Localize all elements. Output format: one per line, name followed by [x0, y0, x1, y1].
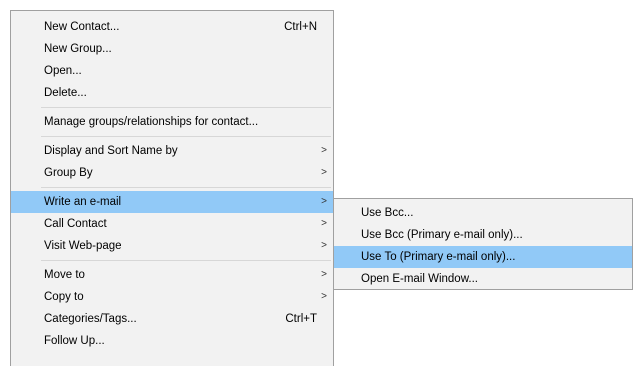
menu-item-label: Manage groups/relationships for contact.…: [44, 116, 259, 128]
menu-item-display-sort-name[interactable]: Display and Sort Name by >: [11, 140, 333, 162]
menu-item-label: Group By: [44, 167, 93, 179]
shortcut-label: Ctrl+T: [285, 313, 317, 325]
menu-item-label: Categories/Tags...: [44, 313, 137, 325]
chevron-right-icon: >: [321, 167, 327, 178]
chevron-right-icon: >: [321, 218, 327, 229]
chevron-right-icon: >: [321, 145, 327, 156]
menu-item-label: Use To (Primary e-mail only)...: [361, 251, 516, 263]
submenu-item-use-bcc[interactable]: Use Bcc...: [334, 202, 632, 224]
menu-item-visit-web-page[interactable]: Visit Web-page >: [11, 235, 333, 257]
menu-item-label: Use Bcc...: [361, 207, 414, 219]
screen: New Contact... Ctrl+N New Group... Open.…: [0, 0, 633, 366]
menu-item-label: Follow Up...: [44, 335, 105, 347]
menu-separator: [41, 260, 331, 261]
chevron-right-icon: >: [321, 196, 327, 207]
menu-item-label: Delete...: [44, 87, 87, 99]
submenu-item-use-bcc-primary[interactable]: Use Bcc (Primary e-mail only)...: [334, 224, 632, 246]
menu-separator: [41, 136, 331, 137]
menu-item-move-to[interactable]: Move to >: [11, 264, 333, 286]
menu-item-label: Copy to: [44, 291, 84, 303]
menu-item-follow-up[interactable]: Follow Up...: [11, 330, 333, 352]
chevron-right-icon: >: [321, 291, 327, 302]
chevron-right-icon: >: [321, 240, 327, 251]
menu-item-new-group[interactable]: New Group...: [11, 38, 333, 60]
menu-item-write-email[interactable]: Write an e-mail >: [11, 191, 333, 213]
menu-item-copy-to[interactable]: Copy to >: [11, 286, 333, 308]
menu-item-label: Open E-mail Window...: [361, 273, 478, 285]
submenu-write-email: Use Bcc... Use Bcc (Primary e-mail only)…: [333, 198, 633, 290]
menu-separator: [41, 107, 331, 108]
context-menu: New Contact... Ctrl+N New Group... Open.…: [10, 10, 334, 366]
menu-item-call-contact[interactable]: Call Contact >: [11, 213, 333, 235]
menu-item-delete[interactable]: Delete...: [11, 82, 333, 104]
submenu-item-use-to-primary[interactable]: Use To (Primary e-mail only)...: [334, 246, 632, 268]
menu-item-label: New Group...: [44, 43, 112, 55]
shortcut-label: Ctrl+N: [284, 21, 317, 33]
menu-item-label: Write an e-mail: [44, 196, 122, 208]
menu-item-label: Open...: [44, 65, 82, 77]
menu-item-label: New Contact...: [44, 21, 120, 33]
menu-separator: [41, 187, 331, 188]
menu-item-group-by[interactable]: Group By >: [11, 162, 333, 184]
submenu-item-open-email-window[interactable]: Open E-mail Window...: [334, 268, 632, 290]
menu-item-categories-tags[interactable]: Categories/Tags... Ctrl+T: [11, 308, 333, 330]
chevron-right-icon: >: [321, 269, 327, 280]
menu-item-label: Display and Sort Name by: [44, 145, 178, 157]
menu-item-open[interactable]: Open...: [11, 60, 333, 82]
menu-item-label: Move to: [44, 269, 85, 281]
menu-item-label: Call Contact: [44, 218, 107, 230]
menu-item-label: Use Bcc (Primary e-mail only)...: [361, 229, 523, 241]
menu-item-manage-groups[interactable]: Manage groups/relationships for contact.…: [11, 111, 333, 133]
menu-item-new-contact[interactable]: New Contact... Ctrl+N: [11, 16, 333, 38]
menu-item-label: Visit Web-page: [44, 240, 122, 252]
